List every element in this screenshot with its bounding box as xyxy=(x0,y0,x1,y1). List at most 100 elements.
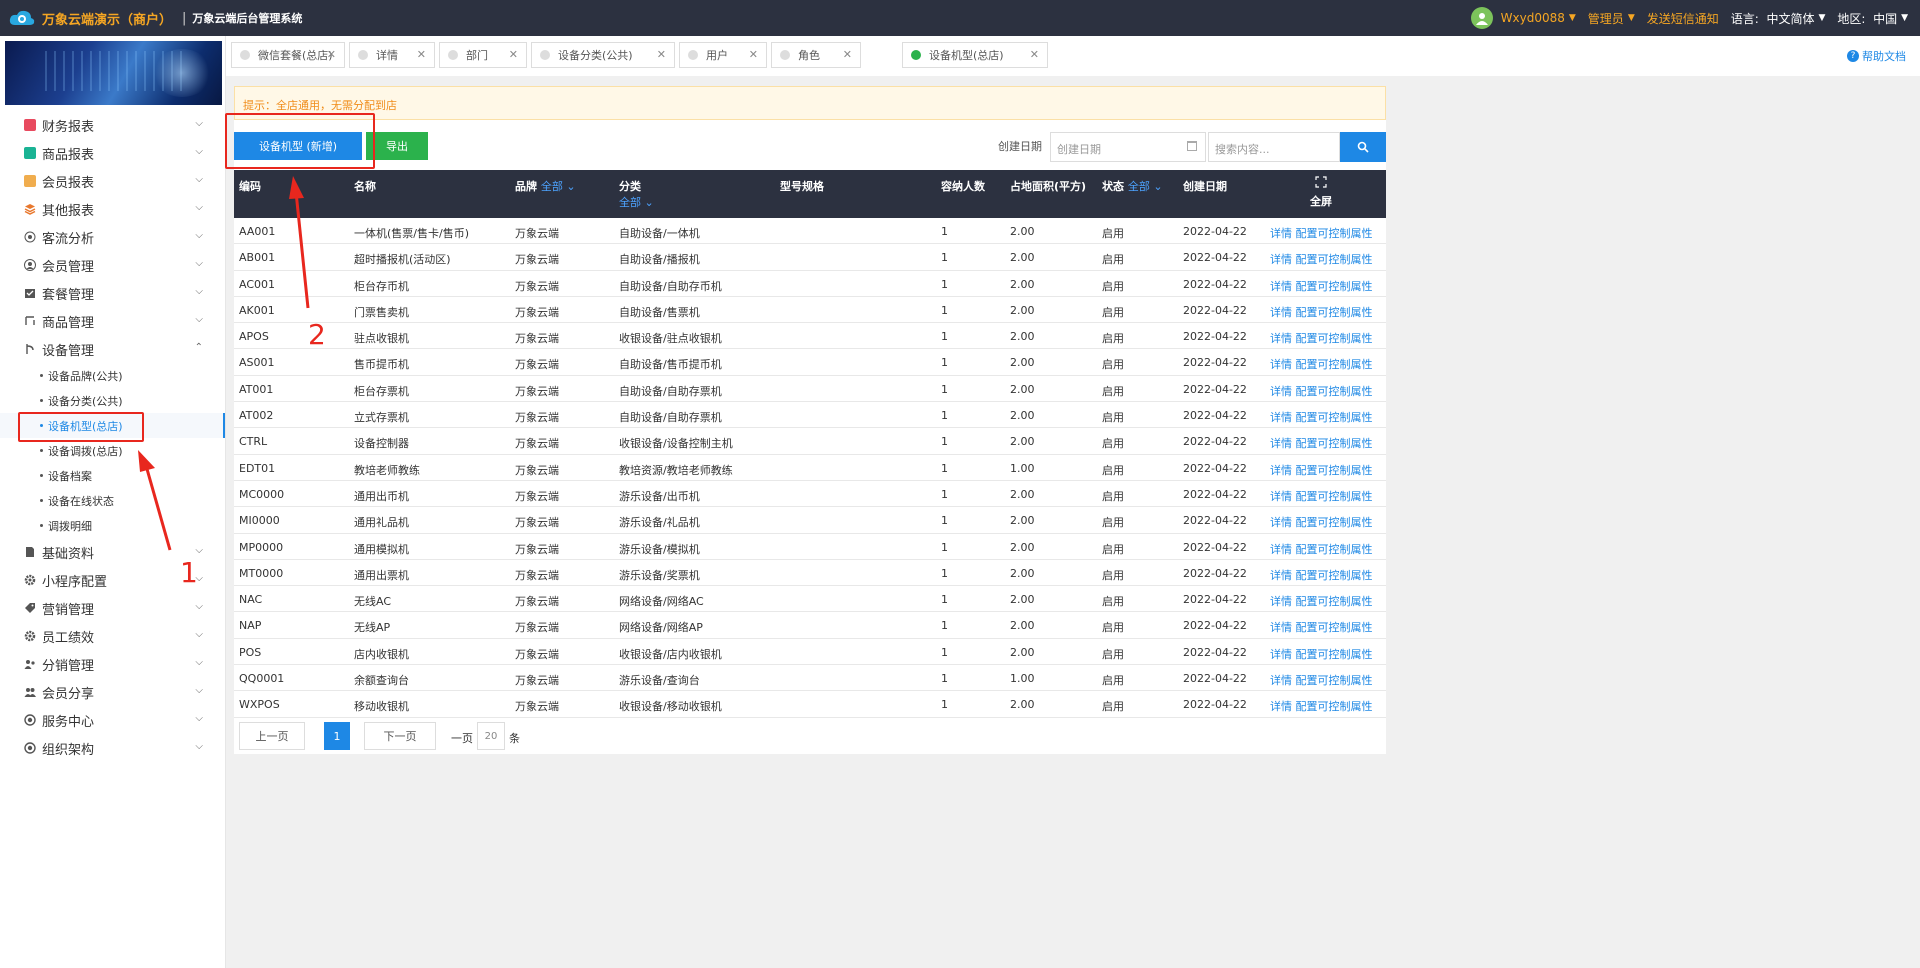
current-page-button[interactable]: 1 xyxy=(324,722,350,750)
sidebar-subitem-device-category[interactable]: 设备分类(公共) xyxy=(0,388,225,413)
sidebar-item-service-center[interactable]: 服务中心 ⌵ xyxy=(0,706,225,734)
table-row[interactable]: WXPOS 移动收银机 万象云端 收银设备/移动收银机 1 2.00 启用 2022-04-2… xyxy=(234,691,1386,718)
status-filter[interactable]: 全部 xyxy=(1128,180,1150,193)
table-row[interactable]: AS001 售币提币机 万象云端 自助设备/售币提币机 1 2.00 启用 2022-04-2… xyxy=(234,349,1386,376)
cell-links[interactable]: 详情 配置可控制属性 xyxy=(1270,383,1373,399)
sidebar-subitem-device-archive[interactable]: 设备档案 xyxy=(0,463,225,488)
table-row[interactable]: AT002 立式存票机 万象云端 自助设备/自助存票机 1 2.00 启用 2022-04-2… xyxy=(234,402,1386,429)
table-row[interactable]: MP0000 通用模拟机 万象云端 游乐设备/模拟机 1 2.00 启用 2022-04-22… xyxy=(234,534,1386,560)
close-icon[interactable]: ✕ xyxy=(657,48,666,61)
logo[interactable]: 万象云端演示（商户） | 万象云端后台管理系统 xyxy=(8,8,302,28)
table-row[interactable]: MI0000 通用礼品机 万象云端 游乐设备/礼品机 1 2.00 启用 2022-04-22… xyxy=(234,507,1386,534)
brand-filter[interactable]: 全部 xyxy=(541,180,563,193)
col-brand[interactable]: 品牌 全部 ⌄ xyxy=(515,178,576,194)
cell-links[interactable]: 详情 配置可控制属性 xyxy=(1270,251,1373,267)
close-icon[interactable]: ✕ xyxy=(417,48,426,61)
tab-role[interactable]: 角色 ✕ xyxy=(771,42,861,68)
close-icon[interactable]: ✕ xyxy=(1030,48,1039,61)
cell-links[interactable]: 详情 配置可控制属性 xyxy=(1270,330,1373,346)
tab-wechat-package[interactable]: 微信套餐(总店) ✕ xyxy=(231,42,345,68)
sidebar-item-device-management[interactable]: 设备管理 ⌃ xyxy=(0,335,225,363)
sidebar-item-member-report[interactable]: 会员报表 ⌵ xyxy=(0,167,225,195)
language-menu[interactable]: 语言: 中文简体 ▼ xyxy=(1731,10,1826,27)
send-sms-link[interactable]: 发送短信通知 xyxy=(1647,10,1719,27)
cell-links[interactable]: 详情 配置可控制属性 xyxy=(1270,698,1373,714)
search-button[interactable] xyxy=(1340,132,1386,162)
col-created[interactable]: 创建日期 xyxy=(1183,178,1227,194)
help-docs-link[interactable]: ? 帮助文档 xyxy=(1847,48,1906,64)
fullscreen-toggle[interactable]: 全屏 xyxy=(1310,176,1332,209)
col-code[interactable]: 编码 xyxy=(239,178,261,194)
table-row[interactable]: AA001 一体机(售票/售卡/售币) 万象云端 自助设备/一体机 1 2.00 启用 202… xyxy=(234,218,1386,245)
table-row[interactable]: QQ0001 余额查询台 万象云端 游乐设备/查询台 1 1.00 启用 2022-04-22… xyxy=(234,665,1386,692)
sidebar-subitem-device-brand[interactable]: 设备品牌(公共) xyxy=(0,363,225,388)
sidebar-item-marketing[interactable]: 营销管理 ⌵ xyxy=(0,594,225,622)
cell-links[interactable]: 详情 配置可控制属性 xyxy=(1270,619,1373,635)
table-row[interactable]: APOS 驻点收银机 万象云端 收银设备/驻点收银机 1 2.00 启用 2022-04-22… xyxy=(234,323,1386,350)
sidebar-subitem-device-online-status[interactable]: 设备在线状态 xyxy=(0,488,225,513)
sidebar-item-other-report[interactable]: 其他报表 ⌵ xyxy=(0,195,225,223)
sidebar-item-package-management[interactable]: 套餐管理 ⌵ xyxy=(0,279,225,307)
col-area[interactable]: 占地面积(平方) xyxy=(1010,178,1086,194)
table-row[interactable]: CTRL 设备控制器 万象云端 收银设备/设备控制主机 1 2.00 启用 2022-04-2… xyxy=(234,428,1386,455)
sidebar-item-member-management[interactable]: 会员管理 ⌵ xyxy=(0,251,225,279)
col-name[interactable]: 名称 xyxy=(354,178,376,194)
table-row[interactable]: AB001 超时播报机(活动区) 万象云端 自助设备/播报机 1 2.00 启用 2022-0… xyxy=(234,244,1386,271)
close-icon[interactable]: ✕ xyxy=(327,48,336,61)
tab-device-category[interactable]: 设备分类(公共) ✕ xyxy=(531,42,675,68)
col-capacity[interactable]: 容纳人数 xyxy=(941,178,985,194)
sidebar-item-distribution[interactable]: 分销管理 ⌵ xyxy=(0,650,225,678)
cell-links[interactable]: 详情 配置可控制属性 xyxy=(1270,488,1373,504)
table-row[interactable]: AC001 柜台存币机 万象云端 自助设备/自助存币机 1 2.00 启用 2022-04-2… xyxy=(234,271,1386,297)
table-row[interactable]: MC0000 通用出币机 万象云端 游乐设备/出币机 1 2.00 启用 2022-04-22… xyxy=(234,481,1386,508)
next-page-button[interactable]: 下一页 xyxy=(364,722,436,750)
cell-links[interactable]: 详情 配置可控制属性 xyxy=(1270,462,1373,478)
col-category[interactable]: 分类 全部 ⌄ xyxy=(619,178,654,210)
cell-links[interactable]: 详情 配置可控制属性 xyxy=(1270,646,1373,662)
col-status[interactable]: 状态 全部 ⌄ xyxy=(1102,178,1163,194)
sidebar-subitem-transfer-detail[interactable]: 调拨明细 xyxy=(0,513,225,538)
sidebar-item-traffic-analysis[interactable]: 客流分析 ⌵ xyxy=(0,223,225,251)
cell-links[interactable]: 详情 配置可控制属性 xyxy=(1270,278,1373,294)
close-icon[interactable]: ✕ xyxy=(749,48,758,61)
table-row[interactable]: NAP 无线AP 万象云端 网络设备/网络AP 1 2.00 启用 2022-04-22 详情 … xyxy=(234,612,1386,639)
tab-user[interactable]: 用户 ✕ xyxy=(679,42,767,68)
table-row[interactable]: POS 店内收银机 万象云端 收银设备/店内收银机 1 2.00 启用 2022-04-22 详… xyxy=(234,639,1386,666)
col-spec[interactable]: 型号规格 xyxy=(780,178,824,194)
region-menu[interactable]: 地区: 中国 ▼ xyxy=(1837,10,1908,27)
prev-page-button[interactable]: 上一页 xyxy=(239,722,305,750)
table-row[interactable]: AK001 门票售卖机 万象云端 自助设备/售票机 1 2.00 启用 2022-04-22 详… xyxy=(234,297,1386,324)
cell-links[interactable]: 详情 配置可控制属性 xyxy=(1270,409,1373,425)
search-input[interactable]: 搜索内容... xyxy=(1208,132,1340,162)
close-icon[interactable]: ✕ xyxy=(509,48,518,61)
export-button[interactable]: 导出 xyxy=(366,132,428,160)
cell-links[interactable]: 详情 配置可控制属性 xyxy=(1270,225,1373,241)
cell-links[interactable]: 详情 配置可控制属性 xyxy=(1270,541,1373,557)
cell-links[interactable]: 详情 配置可控制属性 xyxy=(1270,435,1373,451)
tab-detail[interactable]: 详情 ✕ xyxy=(349,42,435,68)
cell-links[interactable]: 详情 配置可控制属性 xyxy=(1270,672,1373,688)
table-row[interactable]: MT0000 通用出票机 万象云端 游乐设备/奖票机 1 2.00 启用 2022-04-22… xyxy=(234,560,1386,587)
category-filter[interactable]: 全部 xyxy=(619,196,641,209)
cell-links[interactable]: 详情 配置可控制属性 xyxy=(1270,567,1373,583)
cell-links[interactable]: 详情 配置可控制属性 xyxy=(1270,514,1373,530)
table-row[interactable]: AT001 柜台存票机 万象云端 自助设备/自助存票机 1 2.00 启用 2022-04-2… xyxy=(234,376,1386,403)
user-menu[interactable]: Wxyd0088 ▼ xyxy=(1501,11,1576,25)
table-row[interactable]: NAC 无线AC 万象云端 网络设备/网络AC 1 2.00 启用 2022-04-22 详情 … xyxy=(234,586,1386,613)
cell-links[interactable]: 详情 配置可控制属性 xyxy=(1270,304,1373,320)
cell-links[interactable]: 详情 配置可控制属性 xyxy=(1270,356,1373,372)
sidebar-item-staff-performance[interactable]: 员工绩效 ⌵ xyxy=(0,622,225,650)
close-icon[interactable]: ✕ xyxy=(843,48,852,61)
cell-links[interactable]: 详情 配置可控制属性 xyxy=(1270,593,1373,609)
tab-device-model[interactable]: 设备机型(总店) ✕ xyxy=(902,42,1048,68)
tab-department[interactable]: 部门 ✕ xyxy=(439,42,527,68)
role-menu[interactable]: 管理员 ▼ xyxy=(1588,10,1635,27)
per-page-input[interactable]: 20 xyxy=(477,722,505,750)
date-filter-input[interactable]: 创建日期 xyxy=(1050,132,1206,162)
avatar[interactable] xyxy=(1470,7,1493,29)
sidebar-item-organization[interactable]: 组织架构 ⌵ xyxy=(0,734,225,762)
sidebar-item-finance-report[interactable]: 财务报表 ⌵ xyxy=(0,111,225,139)
table-row[interactable]: EDT01 教培老师教练 万象云端 教培资源/教培老师教练 1 1.00 启用 2022-04… xyxy=(234,455,1386,481)
sidebar-item-goods-report[interactable]: 商品报表 ⌵ xyxy=(0,139,225,167)
sidebar-item-member-share[interactable]: 会员分享 ⌵ xyxy=(0,678,225,706)
